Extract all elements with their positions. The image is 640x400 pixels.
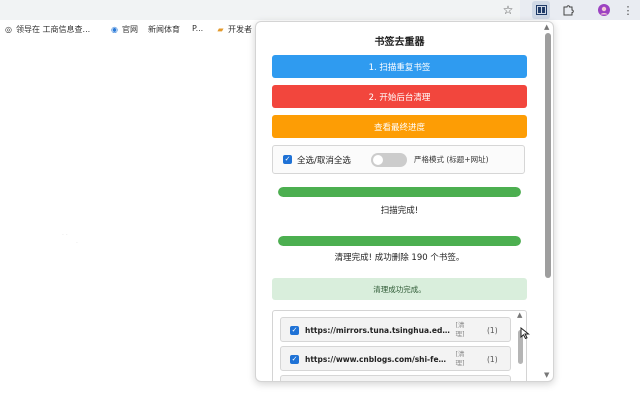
item-url: https://mirrors.tuna.tsinghua.edu.cn/ana… (305, 326, 450, 335)
strict-mode-label: 严格模式 (标题+网址) (414, 155, 489, 164)
page-artifact: · (76, 240, 78, 247)
bookmark-dedup-popup: 书签去重器 1. 扫描重复书签 2. 开始后台清理 查看最终进度 ✓ 全选/取消… (255, 21, 554, 382)
success-alert: 清理成功完成。 (272, 278, 527, 300)
toggle-knob (373, 155, 383, 165)
item-checkbox[interactable]: ✓ (290, 326, 299, 335)
profile-avatar-icon[interactable] (596, 1, 612, 19)
popup-scroll-up-icon[interactable]: ▲ (544, 23, 549, 31)
bookmark-item[interactable]: ▰ 开发者 (216, 24, 252, 35)
list-item[interactable]: ✓ https://www.cnblogs.com/shi-feng/archi… (280, 346, 511, 371)
bookmark-item[interactable]: ◉ 官网 (110, 24, 138, 35)
bookmark-label: 开发者 (228, 25, 252, 34)
select-all-checkbox[interactable]: ✓ (283, 155, 292, 164)
view-progress-button[interactable]: 查看最终进度 (272, 115, 527, 138)
star-icon[interactable]: ☆ (500, 1, 516, 19)
start-cleanup-button[interactable]: 2. 开始后台清理 (272, 85, 527, 108)
clean-status: 清理完成! 成功删除 190 个书签。 (334, 253, 465, 263)
bookmark-item[interactable]: P... (192, 24, 203, 33)
select-all-label: 全选/取消全选 (297, 156, 351, 166)
duplicate-list: ✓ https://mirrors.tuna.tsinghua.edu.cn/a… (272, 310, 527, 381)
popup-scroll-thumb[interactable] (545, 33, 551, 278)
popup-title: 书签去重器 (374, 37, 425, 48)
popup-scroll-down-icon[interactable]: ▼ (544, 371, 549, 379)
clean-progress-fill (278, 236, 521, 246)
browser-toolbar: ☆ ⋮ (0, 0, 640, 20)
mouse-cursor-icon (520, 326, 530, 342)
item-url: https://www.cnblogs.com/shi-feng/archi..… (305, 355, 450, 364)
bookmark-label: 领导在 工商信息查... (16, 25, 91, 34)
clean-progress-bar (278, 236, 521, 246)
bookmark-item[interactable]: ◎ 领导在 工商信息查... (4, 24, 90, 35)
scan-progress-fill (278, 187, 521, 197)
scan-status: 扫描完成! (380, 206, 419, 216)
bookmark-item[interactable]: 新闻体育 (148, 24, 180, 35)
extensions-puzzle-icon[interactable] (560, 1, 576, 19)
bookmark-cleaner-extension-icon[interactable] (532, 1, 550, 19)
item-checkbox[interactable]: ✓ (290, 355, 299, 364)
globe-icon: ◎ (5, 25, 12, 34)
item-count: (1) (487, 326, 498, 335)
scan-duplicates-button[interactable]: 1. 扫描重复书签 (272, 55, 527, 78)
more-vert-icon[interactable]: ⋮ (622, 1, 634, 19)
bookmark-label: 官网 (122, 25, 138, 34)
bookmark-label: P... (192, 24, 204, 33)
list-item[interactable]: ✓ https://mirrors.tuna.tsinghua.edu.cn/a… (280, 317, 511, 342)
globe-icon: ◉ (111, 25, 118, 34)
item-count: (1) (487, 355, 498, 364)
strict-mode-toggle[interactable] (371, 153, 407, 167)
list-scroll-up-icon[interactable]: ▲ (517, 311, 522, 319)
item-tag: [清 理] (455, 321, 465, 338)
options-panel: ✓ 全选/取消全选 严格模式 (标题+网址) (272, 145, 525, 174)
item-tag: [清 理] (455, 350, 465, 367)
folder-icon: ▰ (217, 25, 224, 34)
address-bar[interactable] (0, 0, 520, 20)
list-item[interactable] (280, 375, 511, 381)
bookmark-label: 新闻体育 (148, 25, 180, 34)
scan-progress-bar (278, 187, 521, 197)
page-artifact: · · (62, 232, 68, 239)
